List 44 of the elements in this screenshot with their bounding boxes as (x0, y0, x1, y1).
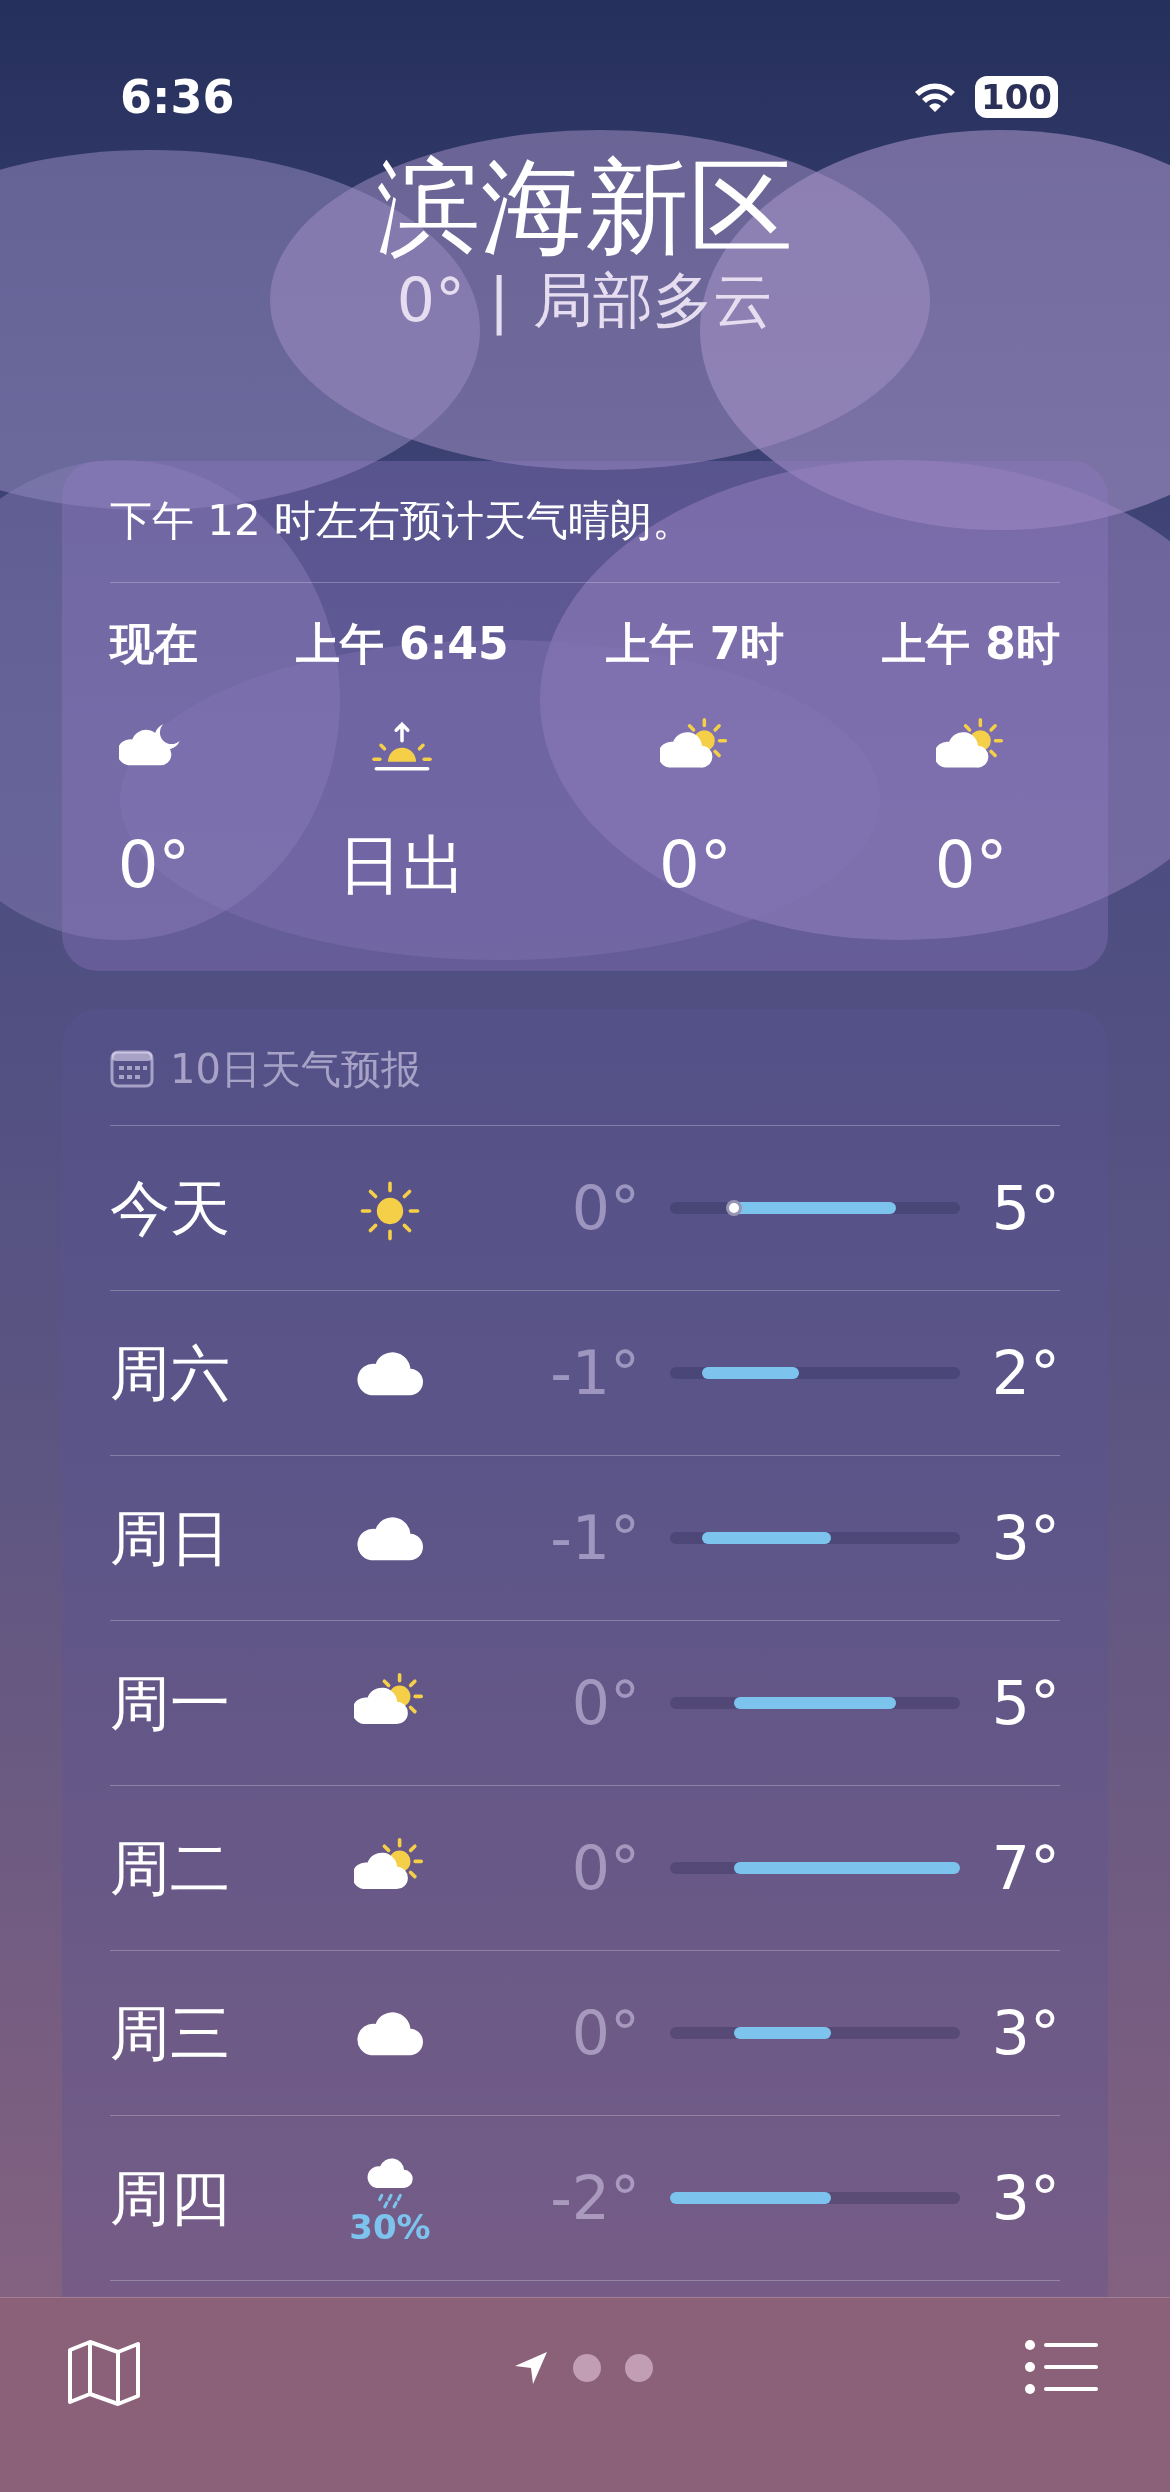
high-temperature: 5° (990, 1667, 1060, 1741)
hour-label: 上午 6:45 (295, 617, 509, 672)
low-temperature: -2° (549, 2162, 640, 2236)
low-temperature: 0° (570, 1997, 640, 2071)
battery-indicator: 100 (975, 76, 1058, 118)
hour-value: 0° (117, 827, 191, 905)
high-temperature: 3° (990, 1997, 1060, 2071)
high-temperature: 2° (990, 1337, 1060, 1411)
day-label: 周四 (110, 2162, 231, 2236)
day-label: 周日 (110, 1502, 231, 1576)
high-temperature: 5° (990, 1172, 1060, 1246)
separator: | (489, 264, 510, 337)
high-temperature: 3° (990, 2162, 1060, 2236)
low-temperature: 0° (570, 1667, 640, 1741)
day-label: 今天 (110, 1172, 231, 1246)
hour-label: 上午 7时 (606, 617, 785, 672)
list-icon[interactable] (1024, 2338, 1100, 2396)
low-temperature: 0° (570, 1172, 640, 1246)
location-arrow-icon[interactable] (513, 2350, 549, 2386)
city-name: 滨海新区 (376, 150, 794, 265)
current-temperature: 0° (396, 264, 465, 337)
hour-value: 0° (658, 827, 732, 905)
low-temperature: 0° (570, 1832, 640, 1906)
calendar-icon (110, 1049, 154, 1090)
hour-value: 日出 (338, 827, 467, 905)
high-temperature: 3° (990, 1502, 1060, 1576)
high-temperature: 7° (990, 1832, 1060, 1906)
low-temperature: -1° (549, 1502, 640, 1576)
low-temperature: -1° (549, 1337, 640, 1411)
precipitation-chance: 30% (349, 2210, 431, 2245)
day-label: 周二 (110, 1832, 231, 1906)
hour-value: 0° (934, 827, 1008, 905)
forecast-summary: 下午 12 时左右预计天气晴朗。 (110, 489, 1060, 584)
page-dot[interactable] (625, 2354, 653, 2382)
status-time: 6:36 (120, 68, 235, 126)
weather-condition: 局部多云 (533, 264, 774, 337)
day-label: 周六 (110, 1337, 231, 1411)
hour-label: 上午 8时 (882, 617, 1060, 672)
map-icon[interactable] (66, 2338, 142, 2408)
hour-label: 现在 (110, 617, 198, 672)
forecast-title: 10日天气预报 (170, 1045, 421, 1095)
page-dot[interactable] (573, 2354, 601, 2382)
day-label: 周一 (110, 1667, 231, 1741)
day-label: 周三 (110, 1997, 231, 2071)
